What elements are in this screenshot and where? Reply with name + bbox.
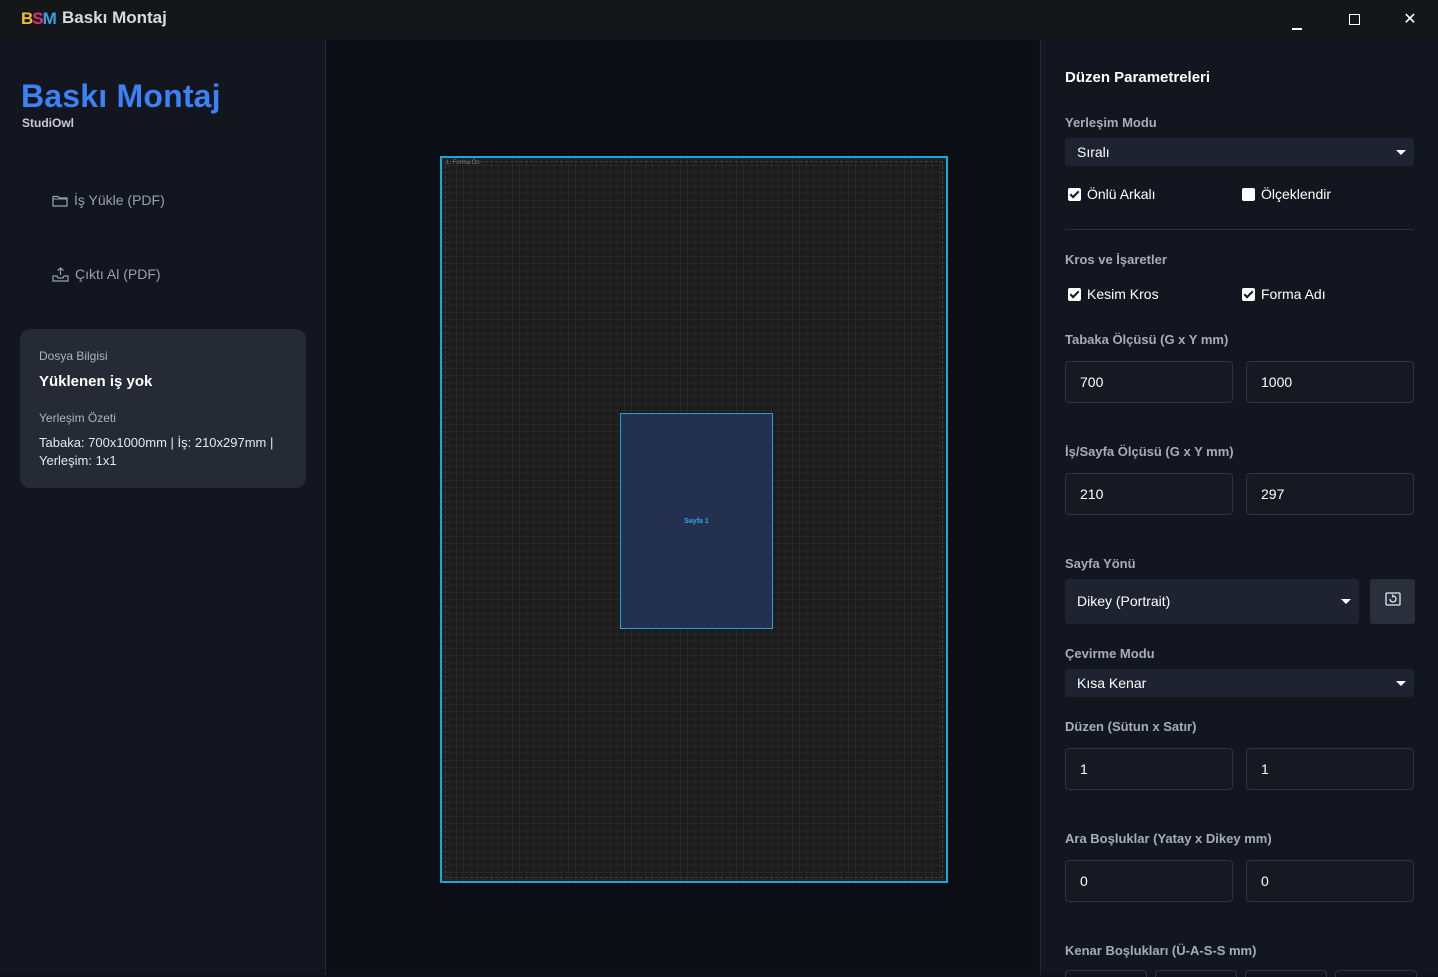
page-size-label: İş/Sayfa Ölçüsü (G x Y mm) (1065, 444, 1234, 459)
rotate-page-button[interactable] (1370, 579, 1415, 624)
layout-summary-label: Yerleşim Özeti (39, 411, 116, 425)
chevron-down-icon (1396, 150, 1406, 155)
forma-name-label: Forma Adı (1261, 286, 1326, 302)
gap-vertical-input[interactable]: 0 (1246, 860, 1414, 902)
chevron-down-icon (1396, 681, 1406, 686)
divider (1065, 229, 1414, 230)
orientation-select[interactable]: Dikey (Portrait) (1065, 579, 1359, 624)
title-bar: BSM Baskı Montaj ✕ (0, 0, 1438, 40)
orientation-value: Dikey (Portrait) (1077, 593, 1171, 609)
preview-canvas[interactable]: 1. Forma Ön Sayfa 1 (326, 40, 1039, 975)
tray-upload-icon (52, 266, 69, 282)
close-icon: ✕ (1403, 11, 1417, 28)
brand-subtitle: StudiOwl (22, 116, 74, 130)
scale-checkbox[interactable]: Ölçeklendir (1242, 186, 1331, 202)
placement-mode-label: Yerleşim Modu (1065, 115, 1157, 130)
margin-left-input[interactable] (1245, 970, 1327, 977)
sheet-preview: 1. Forma Ön Sayfa 1 (440, 156, 948, 883)
layout-parameters-panel: Düzen Parametreleri Yerleşim Modu Sıralı… (1040, 40, 1438, 977)
checkbox-checked-icon (1242, 287, 1255, 301)
panel-heading: Düzen Parametreleri (1065, 69, 1211, 86)
flip-mode-value: Kısa Kenar (1077, 675, 1147, 691)
folder-icon (52, 194, 68, 207)
upload-job-button[interactable]: İş Yükle (PDF) (52, 192, 165, 208)
margin-top-input[interactable] (1065, 970, 1147, 977)
crop-marks-checkbox[interactable]: Kesim Kros (1068, 286, 1159, 302)
page-height-input[interactable]: 297 (1246, 473, 1414, 515)
page-preview[interactable]: Sayfa 1 (620, 413, 773, 629)
marks-label: Kros ve İşaretler (1065, 252, 1167, 267)
scale-label: Ölçeklendir (1261, 186, 1332, 202)
file-info-value: Yüklenen iş yok (39, 373, 153, 390)
duplex-checkbox[interactable]: Önlü Arkalı (1068, 186, 1155, 202)
rotate-icon (1384, 590, 1402, 613)
layout-columns-input[interactable]: 1 (1065, 748, 1233, 790)
forma-label: 1. Forma Ön (446, 160, 480, 166)
window-title: Baskı Montaj (62, 8, 167, 27)
gap-horizontal-input[interactable]: 0 (1065, 860, 1233, 902)
layout-summary-value: Tabaka: 700x1000mm | İş: 210x297mm | Yer… (39, 435, 274, 468)
layout-rows-input[interactable]: 1 (1246, 748, 1414, 790)
file-info-card: Dosya Bilgisi Yüklenen iş yok Yerleşim Ö… (20, 329, 306, 488)
margins-label: Kenar Boşlukları (Ü-A-S-S mm) (1065, 943, 1257, 958)
sidebar: Baskı Montaj StudiOwl İş Yükle (PDF) Çık… (0, 40, 326, 975)
margin-bottom-input[interactable] (1155, 970, 1237, 977)
maximize-icon (1348, 14, 1360, 25)
sheet-size-label: Tabaka Ölçüsü (G x Y mm) (1065, 332, 1229, 347)
margin-right-input[interactable] (1335, 970, 1417, 977)
page-label: Sayfa 1 (684, 518, 709, 525)
checkbox-checked-icon (1068, 187, 1081, 201)
orientation-label: Sayfa Yönü (1065, 556, 1136, 571)
placement-mode-value: Sıralı (1077, 144, 1110, 160)
sheet-width-input[interactable]: 700 (1065, 361, 1233, 403)
page-width-input[interactable]: 210 (1065, 473, 1233, 515)
brand-title: Baskı Montaj (21, 78, 221, 114)
minimize-icon (1292, 28, 1302, 30)
export-pdf-button[interactable]: Çıktı Al (PDF) (52, 266, 161, 282)
layout-grid-label: Düzen (Sütun x Satır) (1065, 719, 1197, 734)
placement-mode-select[interactable]: Sıralı (1065, 138, 1414, 166)
upload-job-label: İş Yükle (PDF) (74, 192, 165, 208)
flip-mode-label: Çevirme Modu (1065, 646, 1155, 661)
crop-marks-label: Kesim Kros (1087, 286, 1159, 302)
minimize-button[interactable] (1269, 0, 1325, 40)
export-pdf-label: Çıktı Al (PDF) (75, 266, 161, 282)
checkbox-checked-icon (1068, 287, 1081, 301)
chevron-down-icon (1341, 599, 1351, 604)
file-info-label: Dosya Bilgisi (39, 349, 108, 363)
app-logo-icon: BSM (21, 9, 57, 28)
flip-mode-select[interactable]: Kısa Kenar (1065, 669, 1414, 697)
maximize-button[interactable] (1326, 0, 1382, 40)
duplex-label: Önlü Arkalı (1087, 186, 1156, 202)
sheet-height-input[interactable]: 1000 (1246, 361, 1414, 403)
close-button[interactable]: ✕ (1382, 0, 1438, 40)
checkbox-unchecked-icon (1242, 187, 1255, 201)
gaps-label: Ara Boşluklar (Yatay x Dikey mm) (1065, 831, 1272, 846)
forma-name-checkbox[interactable]: Forma Adı (1242, 286, 1326, 302)
